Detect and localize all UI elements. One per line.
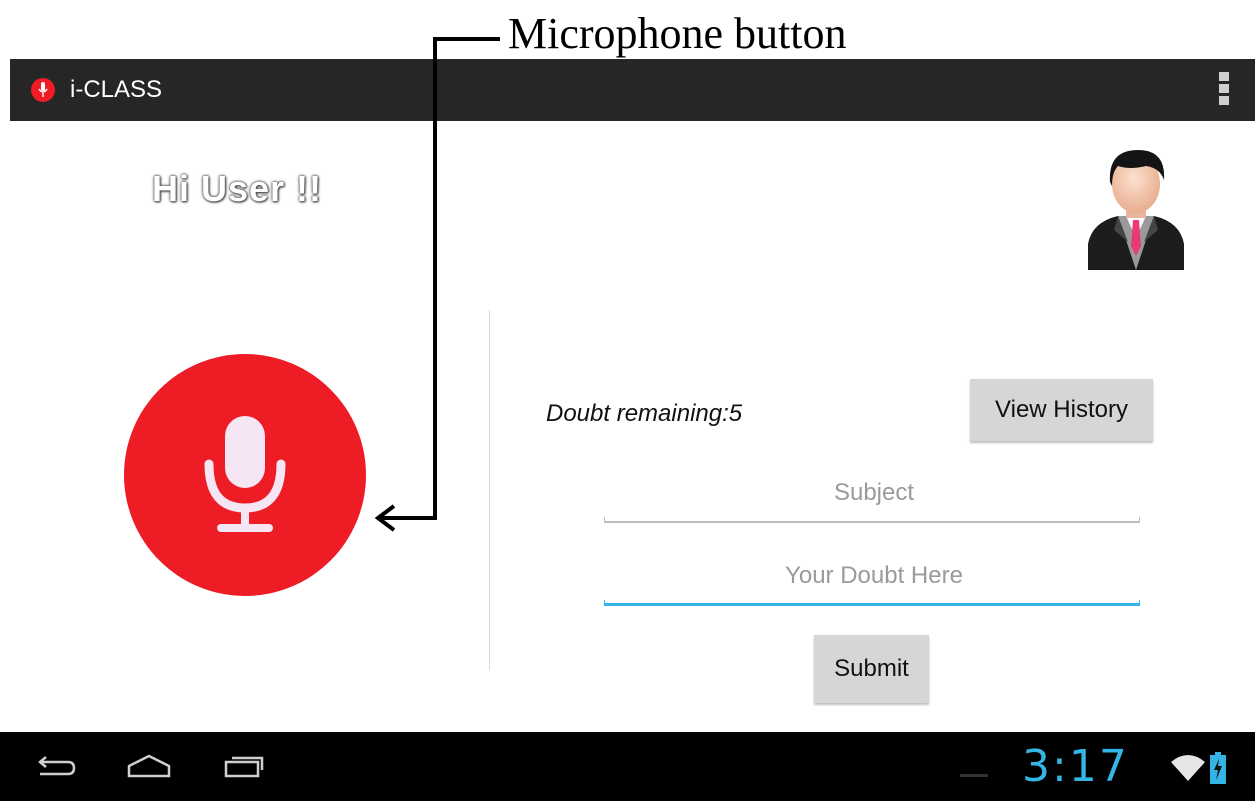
wifi-icon [1171,755,1205,781]
subject-input[interactable] [604,469,1144,517]
user-avatar-icon[interactable] [1084,146,1188,270]
subject-field[interactable] [604,469,1144,523]
mic-icon [204,416,286,532]
app-title: i-CLASS [70,76,163,103]
doubt-underline [604,600,1140,606]
recents-icon[interactable] [218,750,268,784]
home-icon[interactable] [124,750,174,784]
subject-underline [604,517,1140,523]
doubt-input[interactable] [604,552,1144,600]
vertical-divider [489,310,490,670]
view-history-button[interactable]: View History [970,379,1153,441]
submit-button[interactable]: Submit [814,635,929,703]
annotation-caption: Microphone button [508,9,847,58]
doubt-field[interactable] [604,552,1144,606]
system-nav-bar: 3:17 [0,732,1255,801]
notification-indicator [960,774,988,777]
overflow-menu-icon[interactable] [1219,72,1231,108]
microphone-button[interactable] [124,354,366,596]
doubt-remaining-label: Doubt remaining:5 [546,400,743,427]
back-icon[interactable] [30,750,80,784]
battery-charging-icon [1210,752,1226,784]
app-mic-icon [31,78,55,102]
clock[interactable]: 3:17 [1022,742,1129,792]
greeting-text: Hi User !! [152,168,323,209]
action-bar: i-CLASS [10,59,1255,121]
